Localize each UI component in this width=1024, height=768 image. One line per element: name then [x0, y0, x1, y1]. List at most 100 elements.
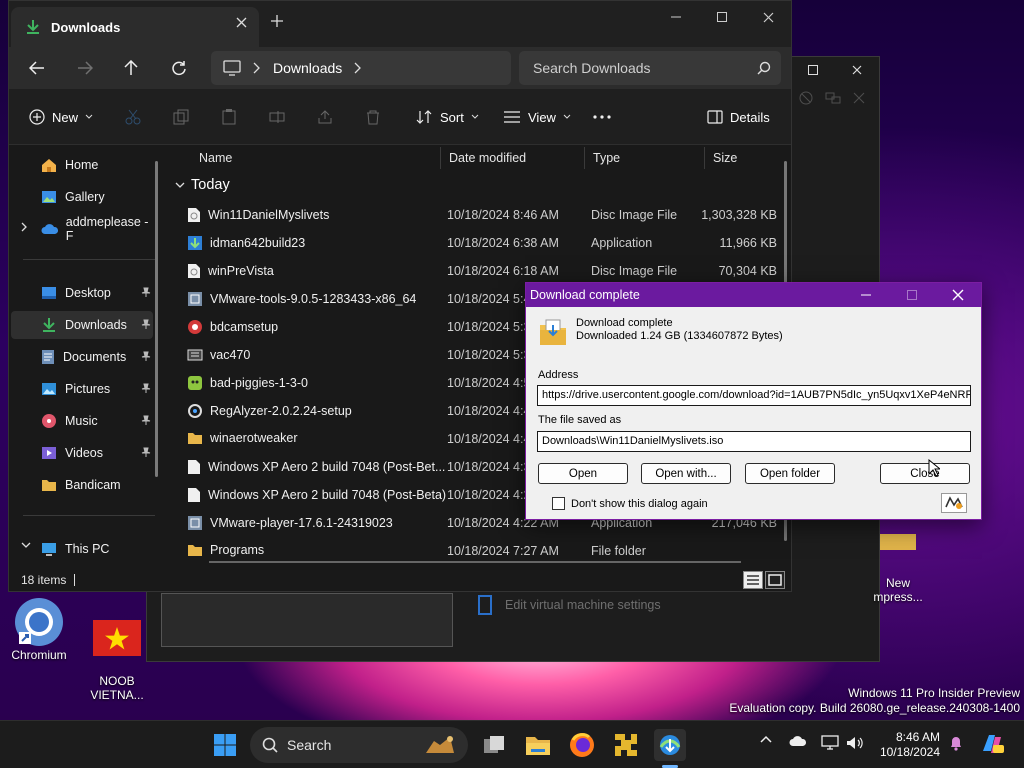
details-pane-button[interactable]: Details	[707, 105, 770, 129]
show-hidden-icons-button[interactable]	[760, 735, 772, 743]
sort-button[interactable]: Sort	[415, 105, 479, 129]
paste-icon	[222, 109, 236, 125]
chevron-down-icon	[471, 114, 479, 119]
address-bar[interactable]: Downloads	[211, 51, 511, 85]
up-button[interactable]	[117, 56, 145, 80]
sort-icon	[416, 110, 432, 124]
file-name: RegAlyzer-2.0.2.24-setup	[210, 404, 352, 418]
minimize-button[interactable]	[653, 1, 699, 33]
file-row[interactable]: idman642build23 10/18/2024 6:38 AM Appli…	[167, 229, 787, 257]
open-with-button[interactable]: Open with...	[641, 463, 731, 484]
rename-button[interactable]	[269, 105, 285, 129]
onedrive-tray-button[interactable]	[789, 735, 807, 747]
sidebar-item-videos[interactable]: Videos	[11, 439, 153, 467]
file-row[interactable]: Programs 10/18/2024 7:27 AM File folder	[167, 537, 787, 561]
arrow-right-icon	[78, 61, 93, 75]
paste-button[interactable]	[221, 105, 237, 129]
tab-downloads[interactable]: Downloads	[11, 7, 259, 47]
volume-tray-button[interactable]	[846, 735, 864, 751]
more-options-button[interactable]	[593, 105, 611, 129]
vm-edit-settings-link[interactable]: Edit virtual machine settings	[477, 594, 661, 616]
taskbar-idm[interactable]	[654, 729, 686, 761]
close-button[interactable]	[745, 1, 791, 33]
arrow-up-icon	[124, 60, 138, 75]
gallery-icon	[42, 191, 56, 203]
task-view-button[interactable]	[478, 729, 510, 761]
breadcrumb-downloads[interactable]: Downloads	[273, 60, 342, 76]
file-row[interactable]: winPreVista 10/18/2024 6:18 AM Disc Imag…	[167, 257, 787, 285]
pin-icon	[141, 415, 151, 425]
network-icon[interactable]	[825, 91, 841, 105]
column-header-date[interactable]: Date modified	[441, 147, 585, 169]
new-button[interactable]: New	[29, 105, 93, 129]
collapse-chevron-icon[interactable]	[21, 542, 31, 549]
vm-maximize-button[interactable]	[791, 57, 835, 83]
dialog-close-button[interactable]	[935, 283, 981, 307]
cut-button[interactable]	[125, 105, 141, 129]
taskbar-winrar[interactable]	[610, 729, 642, 761]
start-button[interactable]	[209, 729, 241, 761]
block-icon[interactable]	[799, 91, 813, 105]
maximize-button[interactable]	[699, 1, 745, 33]
dont-show-again-checkbox[interactable]: Don't show this dialog again	[552, 497, 708, 510]
folder-icon	[188, 545, 202, 556]
chevron-right-icon[interactable]	[354, 62, 362, 74]
desktop-icon-label: New mpress...	[873, 576, 923, 604]
vm-close-button[interactable]	[835, 57, 879, 83]
copilot-button[interactable]	[979, 731, 1005, 757]
expand-chevron-icon[interactable]	[21, 222, 28, 232]
search-box[interactable]: Search Downloads	[519, 51, 781, 85]
file-row[interactable]: Win11DanielMyslivets 10/18/2024 8:46 AM …	[167, 201, 787, 229]
back-button[interactable]	[23, 56, 51, 80]
tab-close-button[interactable]	[236, 17, 247, 28]
view-button[interactable]: View	[503, 105, 571, 129]
sidebar-item-desktop[interactable]: Desktop	[11, 279, 153, 307]
dialog-title-bar[interactable]: Download complete	[526, 283, 981, 307]
sidebar-item-bandicam[interactable]: Bandicam	[11, 471, 153, 499]
taskbar-search[interactable]: Search	[250, 727, 468, 763]
notifications-button[interactable]	[949, 735, 963, 751]
pin-icon	[141, 383, 151, 393]
open-button[interactable]: Open	[538, 463, 628, 484]
taskbar-file-explorer[interactable]	[522, 729, 554, 761]
saved-as-field[interactable]: Downloads\Win11DanielMyslivets.iso	[537, 431, 971, 452]
open-folder-button[interactable]: Open folder	[745, 463, 835, 484]
details-view-button[interactable]	[743, 571, 763, 589]
sidebar-item-music[interactable]: Music	[11, 407, 153, 435]
sidebar-item-documents[interactable]: Documents	[11, 343, 153, 371]
column-header-name[interactable]: Name	[191, 147, 441, 169]
column-header-size[interactable]: Size	[705, 147, 787, 169]
taskbar-clock[interactable]: 8:46 AM 10/18/2024	[872, 730, 940, 760]
group-header-today[interactable]: Today	[175, 177, 230, 193]
delete-button[interactable]	[365, 105, 381, 129]
desktop-icon-new-compressed[interactable]: New mpress...	[866, 520, 930, 618]
address-field[interactable]: https://drive.usercontent.google.com/dow…	[537, 385, 971, 406]
dialog-minimize-button[interactable]	[843, 283, 889, 307]
settings-doc-icon	[478, 595, 492, 615]
new-tab-button[interactable]	[271, 15, 283, 27]
vietnam-flag-icon	[93, 620, 141, 656]
desktop-icon-noob-vietnam[interactable]: NOOB VIETNA...	[85, 606, 149, 716]
taskbar-firefox[interactable]	[566, 729, 598, 761]
close-button[interactable]: Close	[880, 463, 970, 484]
column-header-type[interactable]: Type	[585, 147, 705, 169]
sidebar-scrollbar[interactable]	[155, 161, 158, 477]
sidebar-item-home[interactable]: Home	[11, 151, 153, 179]
sidebar-item-pictures[interactable]: Pictures	[11, 375, 153, 403]
sidebar-item-downloads[interactable]: Downloads	[11, 311, 153, 339]
collapse-icon[interactable]	[853, 92, 865, 104]
share-button[interactable]	[317, 105, 333, 129]
checkbox-box[interactable]	[552, 497, 565, 510]
file-date: 10/18/2024 6:18 AM	[447, 264, 559, 278]
desktop-icon-chromium[interactable]: Chromium	[7, 596, 71, 662]
sidebar-item-onedrive[interactable]: addmeplease - F	[11, 215, 153, 243]
forward-button[interactable]	[71, 56, 99, 80]
copy-button[interactable]	[173, 105, 189, 129]
horizontal-scrollbar[interactable]	[209, 561, 741, 563]
network-tray-button[interactable]	[821, 735, 839, 751]
maximize-icon	[907, 290, 917, 300]
sidebar-item-this-pc[interactable]: This PC	[11, 535, 153, 563]
sidebar-item-gallery[interactable]: Gallery	[11, 183, 153, 211]
refresh-button[interactable]	[165, 56, 193, 80]
tiles-view-button[interactable]	[765, 571, 785, 589]
